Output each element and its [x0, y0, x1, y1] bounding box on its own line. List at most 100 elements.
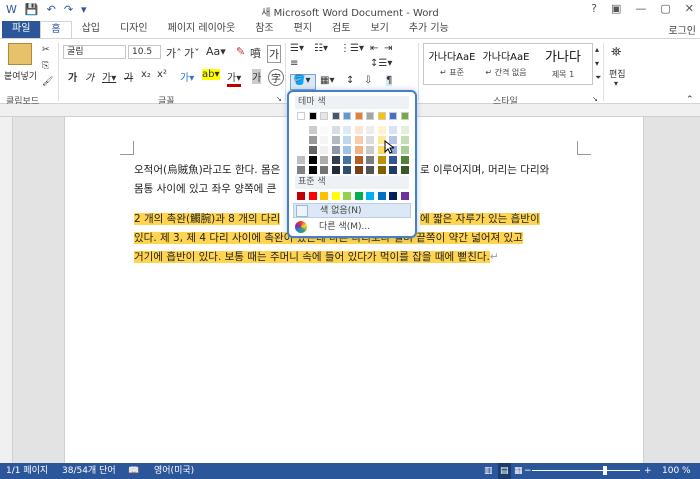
theme-color-swatch[interactable]: [320, 166, 328, 174]
style-heading-1[interactable]: 가나다 제목 1: [534, 48, 592, 80]
theme-color-swatch[interactable]: [400, 166, 409, 174]
zoom-out-icon[interactable]: −: [524, 463, 532, 479]
theme-color-swatch[interactable]: [297, 166, 305, 174]
theme-color-swatch[interactable]: [354, 146, 363, 154]
strikethrough-icon[interactable]: 가: [124, 69, 133, 84]
theme-color-swatch[interactable]: [331, 112, 340, 120]
theme-color-swatch[interactable]: [343, 126, 351, 134]
theme-color-swatch[interactable]: [308, 146, 317, 154]
theme-color-swatch[interactable]: [377, 166, 386, 174]
theme-color-swatch[interactable]: [308, 126, 317, 134]
shrink-font-icon[interactable]: 가ˇ: [184, 45, 200, 61]
theme-color-swatch[interactable]: [389, 126, 397, 134]
theme-color-swatch[interactable]: [320, 112, 328, 120]
theme-color-swatch[interactable]: [377, 126, 386, 134]
tab-insert[interactable]: 삽입: [72, 21, 110, 38]
zoom-slider-knob[interactable]: [603, 466, 607, 475]
theme-color-swatch[interactable]: [297, 112, 305, 120]
styles-scroll-up-icon[interactable]: ▴: [595, 45, 599, 54]
theme-color-swatch[interactable]: [297, 136, 305, 144]
styles-scroll-down-icon[interactable]: ▾: [595, 59, 599, 68]
increase-indent-icon[interactable]: ⇥: [384, 43, 392, 54]
zoom-level[interactable]: 100 %: [662, 463, 691, 479]
print-layout-icon[interactable]: ▤: [498, 463, 511, 479]
web-layout-icon[interactable]: ▦: [514, 463, 523, 479]
text-effects-icon[interactable]: 가▾: [180, 69, 194, 84]
superscript-icon[interactable]: x²: [157, 69, 167, 80]
theme-color-swatch[interactable]: [331, 156, 340, 164]
grow-font-icon[interactable]: 가ˆ: [166, 45, 182, 61]
minimize-button[interactable]: —: [635, 2, 646, 15]
theme-color-swatch[interactable]: [331, 166, 340, 174]
theme-color-swatch[interactable]: [297, 146, 305, 154]
theme-color-swatch[interactable]: [400, 146, 409, 154]
theme-color-swatch[interactable]: [320, 156, 328, 164]
theme-color-swatch[interactable]: [308, 112, 317, 120]
theme-color-swatch[interactable]: [343, 136, 351, 144]
tab-design[interactable]: 디자인: [110, 21, 158, 38]
theme-color-swatch[interactable]: [366, 136, 374, 144]
align-left-icon[interactable]: ≡: [290, 58, 298, 69]
zoom-in-icon[interactable]: +: [644, 463, 652, 479]
copy-icon[interactable]: ⎘: [42, 61, 49, 71]
theme-color-swatch[interactable]: [366, 156, 374, 164]
word-count[interactable]: 38/54개 단어: [62, 463, 116, 479]
maximize-button[interactable]: ▢: [660, 2, 670, 15]
theme-color-swatch[interactable]: [366, 146, 374, 154]
theme-color-swatch[interactable]: [320, 126, 328, 134]
theme-color-swatch[interactable]: [389, 156, 397, 164]
theme-color-swatch[interactable]: [354, 156, 363, 164]
proofing-icon[interactable]: 📖: [128, 463, 139, 479]
theme-color-swatch[interactable]: [377, 156, 386, 164]
style-no-spacing[interactable]: 가나다AaE ↵ 간격 없음: [479, 48, 533, 78]
subscript-icon[interactable]: x₂: [141, 69, 151, 80]
font-name-combo[interactable]: 굴림: [63, 45, 126, 59]
asian-layout-icon[interactable]: ⇩: [364, 75, 372, 86]
styles-dialog-launcher-icon[interactable]: ↘: [592, 95, 598, 103]
phonetic-guide-icon[interactable]: 噴: [250, 45, 261, 61]
help-icon[interactable]: ?: [591, 2, 597, 15]
standard-color-swatch[interactable]: [343, 192, 351, 200]
binoculars-icon[interactable]: ⛯: [611, 45, 621, 60]
tab-home[interactable]: 홈: [40, 21, 72, 38]
theme-color-swatch[interactable]: [331, 126, 340, 134]
theme-color-swatch[interactable]: [354, 112, 363, 120]
theme-color-swatch[interactable]: [343, 112, 351, 120]
standard-color-swatch[interactable]: [308, 192, 317, 200]
standard-color-swatch[interactable]: [400, 192, 409, 200]
theme-color-swatch[interactable]: [400, 112, 409, 120]
bold-icon[interactable]: 가: [68, 69, 77, 84]
cut-icon[interactable]: ✂: [42, 45, 50, 55]
underline-icon[interactable]: 가▾: [102, 69, 116, 84]
theme-color-swatch[interactable]: [331, 146, 340, 154]
theme-color-swatch[interactable]: [354, 126, 363, 134]
italic-icon[interactable]: 가: [85, 69, 94, 84]
theme-color-swatch[interactable]: [366, 166, 374, 174]
bullets-icon[interactable]: ☰▾: [290, 43, 304, 54]
theme-color-swatch[interactable]: [389, 112, 397, 120]
clear-formatting-icon[interactable]: ✎: [236, 45, 245, 58]
page-count[interactable]: 1/1 페이지: [6, 463, 48, 479]
theme-color-swatch[interactable]: [320, 136, 328, 144]
zoom-slider-track[interactable]: [532, 470, 640, 471]
enclose-char-circle-icon[interactable]: 字: [268, 69, 284, 86]
theme-color-swatch[interactable]: [297, 126, 305, 134]
theme-color-swatch[interactable]: [308, 156, 317, 164]
theme-color-swatch[interactable]: [400, 156, 409, 164]
theme-color-swatch[interactable]: [354, 136, 363, 144]
standard-color-swatch[interactable]: [354, 192, 363, 200]
theme-color-swatch[interactable]: [343, 156, 351, 164]
theme-color-swatch[interactable]: [389, 166, 397, 174]
standard-color-swatch[interactable]: [366, 192, 374, 200]
line-spacing-icon[interactable]: ↕☰▾: [370, 58, 392, 69]
sign-in-link[interactable]: 로그인: [668, 22, 696, 37]
standard-color-swatch[interactable]: [389, 192, 397, 200]
theme-color-swatch[interactable]: [308, 136, 317, 144]
highlight-color-icon[interactable]: ab▾: [202, 69, 220, 80]
decrease-indent-icon[interactable]: ⇤: [370, 43, 378, 54]
theme-color-swatch[interactable]: [343, 146, 351, 154]
format-painter-icon[interactable]: 🖌: [42, 77, 53, 87]
theme-color-swatch[interactable]: [366, 112, 374, 120]
theme-color-swatch[interactable]: [400, 136, 409, 144]
borders-icon[interactable]: ▦▾: [320, 75, 334, 86]
